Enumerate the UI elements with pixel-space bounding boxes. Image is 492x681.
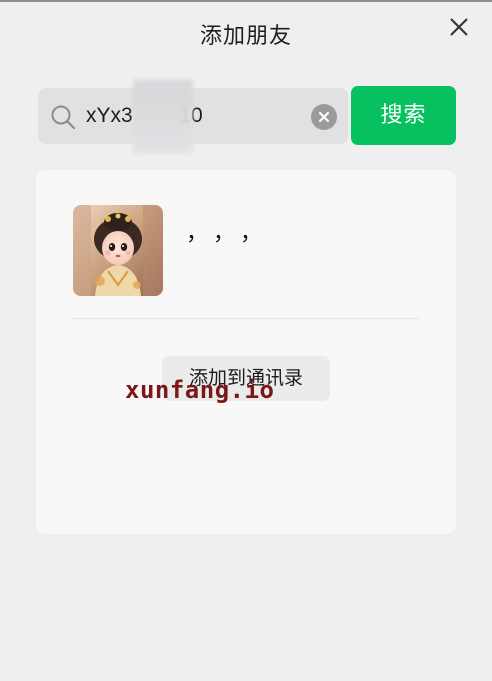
redaction-blur — [133, 80, 193, 154]
close-icon — [450, 18, 468, 36]
result-card: ，，， 添加到通讯录 — [36, 170, 456, 534]
search-button[interactable]: 搜索 — [351, 86, 456, 145]
close-button[interactable] — [446, 14, 472, 40]
contact-nickname: ，，， — [186, 221, 279, 246]
search-icon — [51, 105, 76, 130]
avatar[interactable] — [73, 205, 163, 296]
watermark: xunfang.io — [125, 376, 275, 404]
clear-button[interactable] — [311, 104, 337, 130]
dialog-title: 添加朋友 — [199, 24, 292, 49]
search-input[interactable]: xYx3 10 — [38, 80, 348, 154]
clear-icon — [318, 111, 330, 123]
window-top-border — [0, 0, 492, 2]
divider — [72, 318, 420, 319]
